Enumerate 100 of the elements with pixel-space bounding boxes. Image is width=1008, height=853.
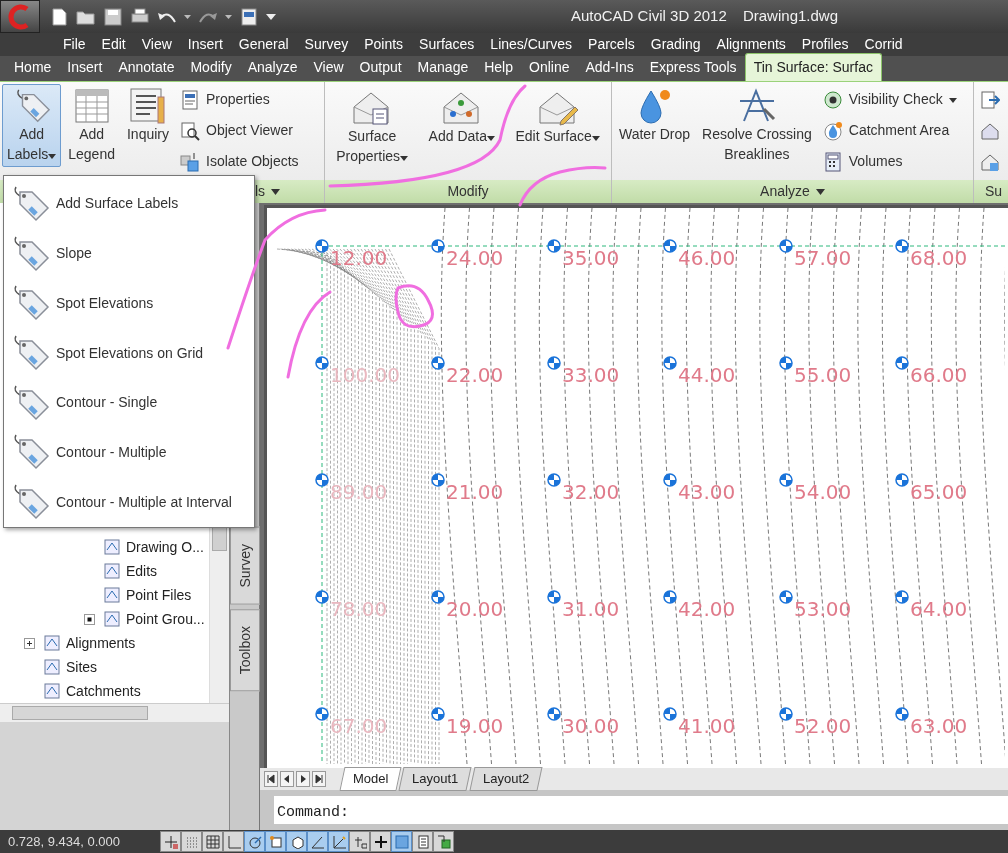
ribbon-button[interactable]: Add Labels	[2, 84, 62, 168]
status-toggle-button[interactable]	[307, 831, 328, 852]
status-toggle-button[interactable]	[202, 831, 223, 852]
ribbon-tab[interactable]: Home	[6, 54, 60, 81]
cube-icon	[289, 834, 304, 849]
caret-icon	[184, 14, 191, 19]
elevation-label: 66.00	[910, 363, 968, 387]
eye-icon	[822, 89, 843, 110]
menu-item[interactable]: Add Surface Labels	[4, 179, 254, 229]
status-toggle-button[interactable]	[244, 831, 265, 852]
menu-item[interactable]: Alignments	[708, 34, 794, 55]
palette-tab[interactable]: Survey	[230, 527, 260, 605]
menu-item[interactable]: Insert	[179, 34, 231, 55]
undo-icon	[158, 10, 176, 23]
menu-item[interactable]: Profiles	[793, 34, 857, 55]
tree-item[interactable]: Point Grou...	[0, 607, 209, 631]
menu-item[interactable]: Edit	[93, 34, 134, 55]
ribbon-button[interactable]: Inquiry	[122, 84, 174, 148]
menu-item[interactable]: Slope	[4, 228, 254, 279]
panel-title: Su	[984, 182, 1003, 201]
ribbon-tab[interactable]: Analyze	[239, 54, 306, 81]
status-toggle-button[interactable]	[391, 831, 412, 852]
ribbon-small-button[interactable]: Object Viewer	[176, 115, 303, 146]
ribbon-small-button[interactable]: Properties	[176, 84, 303, 115]
status-toggle-button[interactable]	[349, 831, 370, 852]
palette-tab[interactable]: Toolbox	[230, 608, 260, 691]
layout-tab[interactable]: Layout2	[469, 767, 543, 791]
menu-item[interactable]: Parcels	[580, 34, 643, 55]
layout-tab[interactable]: Layout1	[398, 767, 473, 791]
survey-point-icon	[315, 590, 329, 604]
status-toggle-button[interactable]	[181, 831, 202, 852]
menu-item[interactable]: Spot Elevations	[4, 278, 254, 329]
ribbon-tab[interactable]: Online	[521, 54, 578, 81]
ribbon-tab[interactable]: Add-Ins	[577, 54, 642, 81]
magnifier-icon	[180, 120, 200, 141]
ribbon-button[interactable]: Add Data	[423, 86, 500, 150]
ribbon-button[interactable]: Surface Properties	[331, 86, 414, 170]
ribbon-tab[interactable]: Express Tools	[641, 54, 745, 81]
properties-panel-icon	[415, 834, 430, 849]
tree-item[interactable]: Point Files	[0, 583, 209, 607]
status-toggle-button[interactable]	[412, 831, 433, 852]
ribbon-small-button[interactable]: Catchment Area	[818, 115, 961, 146]
tree-item-label: Point Files	[126, 585, 192, 605]
status-toggle-button[interactable]	[286, 831, 307, 852]
status-toggle-button[interactable]	[370, 831, 391, 852]
properties-icon	[180, 89, 200, 110]
elevation-label: 46.00	[678, 246, 736, 270]
menu-item[interactable]: Grading	[642, 34, 709, 55]
status-toggle-button[interactable]	[265, 831, 286, 852]
command-line-field[interactable]: Command:	[274, 796, 1008, 824]
ribbon-tab[interactable]: Tin Surface: Surfac	[744, 53, 882, 81]
layout-tab[interactable]: Model	[339, 767, 402, 791]
survey-point-icon	[547, 590, 561, 604]
ribbon-tab[interactable]: Insert	[59, 54, 111, 81]
tree-item[interactable]: Drawing O...	[0, 535, 209, 559]
ribbon-button[interactable]: Water Drop	[614, 84, 696, 148]
menu-item[interactable]: Lines/Curves	[482, 34, 581, 55]
last-page-button[interactable]	[312, 771, 326, 787]
ribbon-tab[interactable]: Help	[476, 54, 521, 81]
menu-item[interactable]: Surfaces	[411, 34, 483, 55]
status-toggle-button[interactable]	[160, 831, 181, 852]
ribbon-tab[interactable]: Annotate	[110, 54, 183, 81]
ribbon-tab[interactable]: Modify	[182, 54, 240, 81]
status-toggle-button[interactable]	[328, 831, 349, 852]
menu-item[interactable]: Contour - Single	[4, 377, 254, 428]
menu-item[interactable]: View	[133, 34, 180, 55]
next-button[interactable]	[296, 771, 310, 787]
first-page-button[interactable]	[264, 771, 278, 787]
tree-item[interactable]: Catchments	[0, 679, 209, 703]
horizontal-scrollbar[interactable]	[0, 703, 229, 722]
ribbon-small-button[interactable]: Isolate Objects	[176, 146, 303, 177]
survey-point-icon	[431, 473, 445, 487]
tree-item[interactable]: Sites	[0, 655, 209, 679]
elevation-label: 21.00	[446, 480, 504, 504]
menu-item[interactable]: Survey	[296, 34, 357, 55]
document-arrow-icon[interactable]	[980, 89, 1000, 110]
status-toggle-button[interactable]	[223, 831, 244, 852]
ribbon-tab[interactable]: View	[305, 54, 352, 81]
menu-item[interactable]: Spot Elevations on Grid	[4, 328, 254, 378]
status-toggle-button[interactable]	[433, 831, 454, 852]
application-menu-button[interactable]	[0, 0, 40, 33]
menu-item[interactable]: Corrid	[856, 34, 911, 55]
ribbon-tab[interactable]: Output	[351, 54, 410, 81]
menu-item[interactable]: Contour - Multiple at Interval	[4, 477, 254, 528]
panel-title: Analyze	[760, 182, 810, 201]
ribbon-small-button[interactable]: Volumes	[818, 146, 961, 177]
ribbon-small-button[interactable]: Visibility Check	[818, 84, 961, 115]
menu-item[interactable]: Contour - Multiple	[4, 427, 254, 478]
ribbon-button[interactable]: Add Legend	[63, 84, 120, 168]
menu-item[interactable]: Points	[356, 34, 412, 55]
ribbon-button[interactable]: Edit Surface	[510, 86, 605, 150]
survey-point-icon	[547, 707, 561, 721]
tree-item[interactable]: Alignments	[0, 631, 209, 655]
menu-item[interactable]: File	[55, 34, 94, 55]
ribbon-tab[interactable]: Manage	[409, 54, 477, 81]
survey-point-icon	[547, 356, 561, 370]
previous-button[interactable]	[280, 771, 294, 787]
ribbon-button[interactable]: Resolve Crossing Breaklines	[697, 84, 817, 168]
menu-item[interactable]: General	[230, 34, 297, 55]
tree-item[interactable]: Edits	[0, 559, 209, 583]
